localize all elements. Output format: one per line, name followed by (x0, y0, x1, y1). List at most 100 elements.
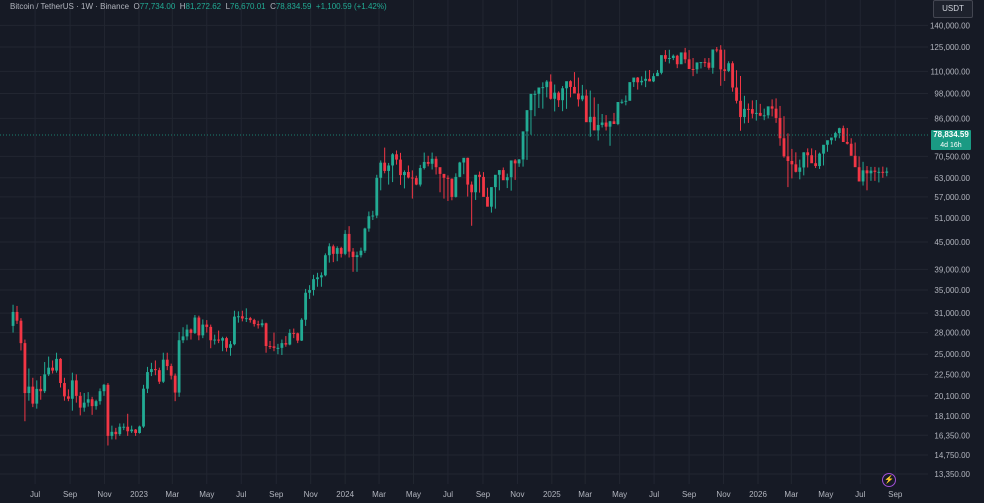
candle-body (244, 318, 248, 320)
candle-body (553, 92, 557, 99)
candle (600, 114, 604, 128)
candle-body (90, 399, 94, 407)
x-tick-label: Nov (304, 490, 318, 499)
open-value: 77,734.00 (139, 2, 176, 11)
candle-body (320, 275, 323, 278)
candle-body (565, 81, 568, 89)
x-tick-label: Nov (716, 490, 730, 499)
candle-body (153, 369, 157, 371)
candle (877, 167, 881, 183)
candle (300, 318, 304, 341)
y-tick-label: 98,000.00 (934, 89, 970, 98)
candle-body (818, 153, 821, 167)
candle-body (806, 152, 810, 156)
candle-body (272, 346, 276, 348)
candle (142, 384, 145, 428)
candle-body (343, 233, 347, 254)
candle-body (580, 95, 584, 100)
candle (636, 77, 640, 90)
candle (802, 152, 806, 176)
candle (845, 127, 849, 145)
candle-body (644, 78, 648, 81)
candle-body (217, 339, 221, 341)
x-tick-label: May (818, 490, 833, 499)
y-tick-label: 45,000.00 (934, 238, 970, 247)
candle (165, 352, 169, 371)
candle (130, 425, 134, 433)
candle-body (853, 155, 857, 168)
candle-body (296, 333, 300, 341)
candle (537, 87, 541, 109)
candle-body (86, 399, 90, 403)
candle (573, 72, 576, 94)
candle-body (363, 228, 367, 251)
candle (687, 50, 691, 69)
candle-body (557, 92, 561, 101)
candle (466, 157, 470, 197)
candle-body (715, 49, 719, 51)
candle-body (636, 77, 640, 83)
candle (23, 339, 27, 422)
candle (837, 127, 841, 139)
candle-body (118, 426, 122, 435)
y-tick-label: 51,000.00 (934, 214, 970, 223)
candle-body (252, 320, 256, 325)
lightning-icon[interactable]: ⚡ (882, 473, 896, 487)
candle-body (256, 324, 260, 326)
candle (715, 47, 719, 53)
candle (478, 171, 481, 193)
candle-body (541, 87, 545, 89)
candle (407, 165, 410, 179)
candle (853, 142, 857, 168)
candle (675, 54, 679, 69)
last-price-badge: 78,834.59 4d 16h (931, 129, 971, 150)
candle-body (347, 233, 351, 252)
candle-body (683, 52, 687, 60)
candle-body (517, 159, 521, 164)
candle (565, 81, 568, 109)
candle (331, 244, 335, 263)
price-axis[interactable]: 140,000.00 125,000.00 110,000.00 98,000.00 8… (930, 21, 971, 479)
candle (695, 62, 699, 74)
candle-body (399, 159, 402, 176)
candle (743, 95, 746, 124)
candle (304, 288, 308, 326)
candle (248, 316, 252, 323)
candle-body (280, 343, 284, 348)
candle (284, 336, 288, 347)
candle (185, 324, 189, 341)
candle-body (414, 178, 418, 185)
candle-body (537, 87, 541, 94)
candle (885, 167, 889, 177)
candle-countdown: 4d 16h (940, 141, 962, 149)
candlestick-series (11, 45, 889, 446)
candle-body (355, 255, 359, 258)
candle (861, 161, 865, 186)
candle (268, 340, 272, 349)
candle-body (616, 102, 620, 125)
x-tick-label: Mar (372, 490, 386, 499)
time-axis[interactable]: Jul Sep Nov 2023 Mar May Jul Sep Nov 2024 Mar May Ju… (30, 490, 903, 499)
candle-body (161, 359, 165, 382)
change-value: +1,100.59 (+1.42%) (315, 2, 387, 11)
candle-body (695, 62, 699, 70)
candle (517, 159, 521, 167)
candle-body (830, 137, 833, 141)
candle-body (861, 170, 865, 182)
candle-body (407, 171, 410, 178)
candle (355, 251, 359, 272)
candle (31, 377, 35, 408)
candle (778, 105, 782, 146)
candle (363, 227, 367, 253)
candle (225, 336, 228, 352)
candle (735, 70, 738, 104)
candle (161, 352, 165, 384)
candle-body (15, 311, 19, 321)
currency-button[interactable]: USDT (933, 0, 973, 18)
candle (849, 138, 853, 156)
candle-body (300, 319, 304, 341)
candle-body (533, 93, 537, 95)
candle-body (260, 323, 264, 326)
candle-body (94, 401, 98, 407)
price-chart[interactable]: 140,000.00 125,000.00 110,000.00 98,000.00 8… (0, 0, 984, 503)
